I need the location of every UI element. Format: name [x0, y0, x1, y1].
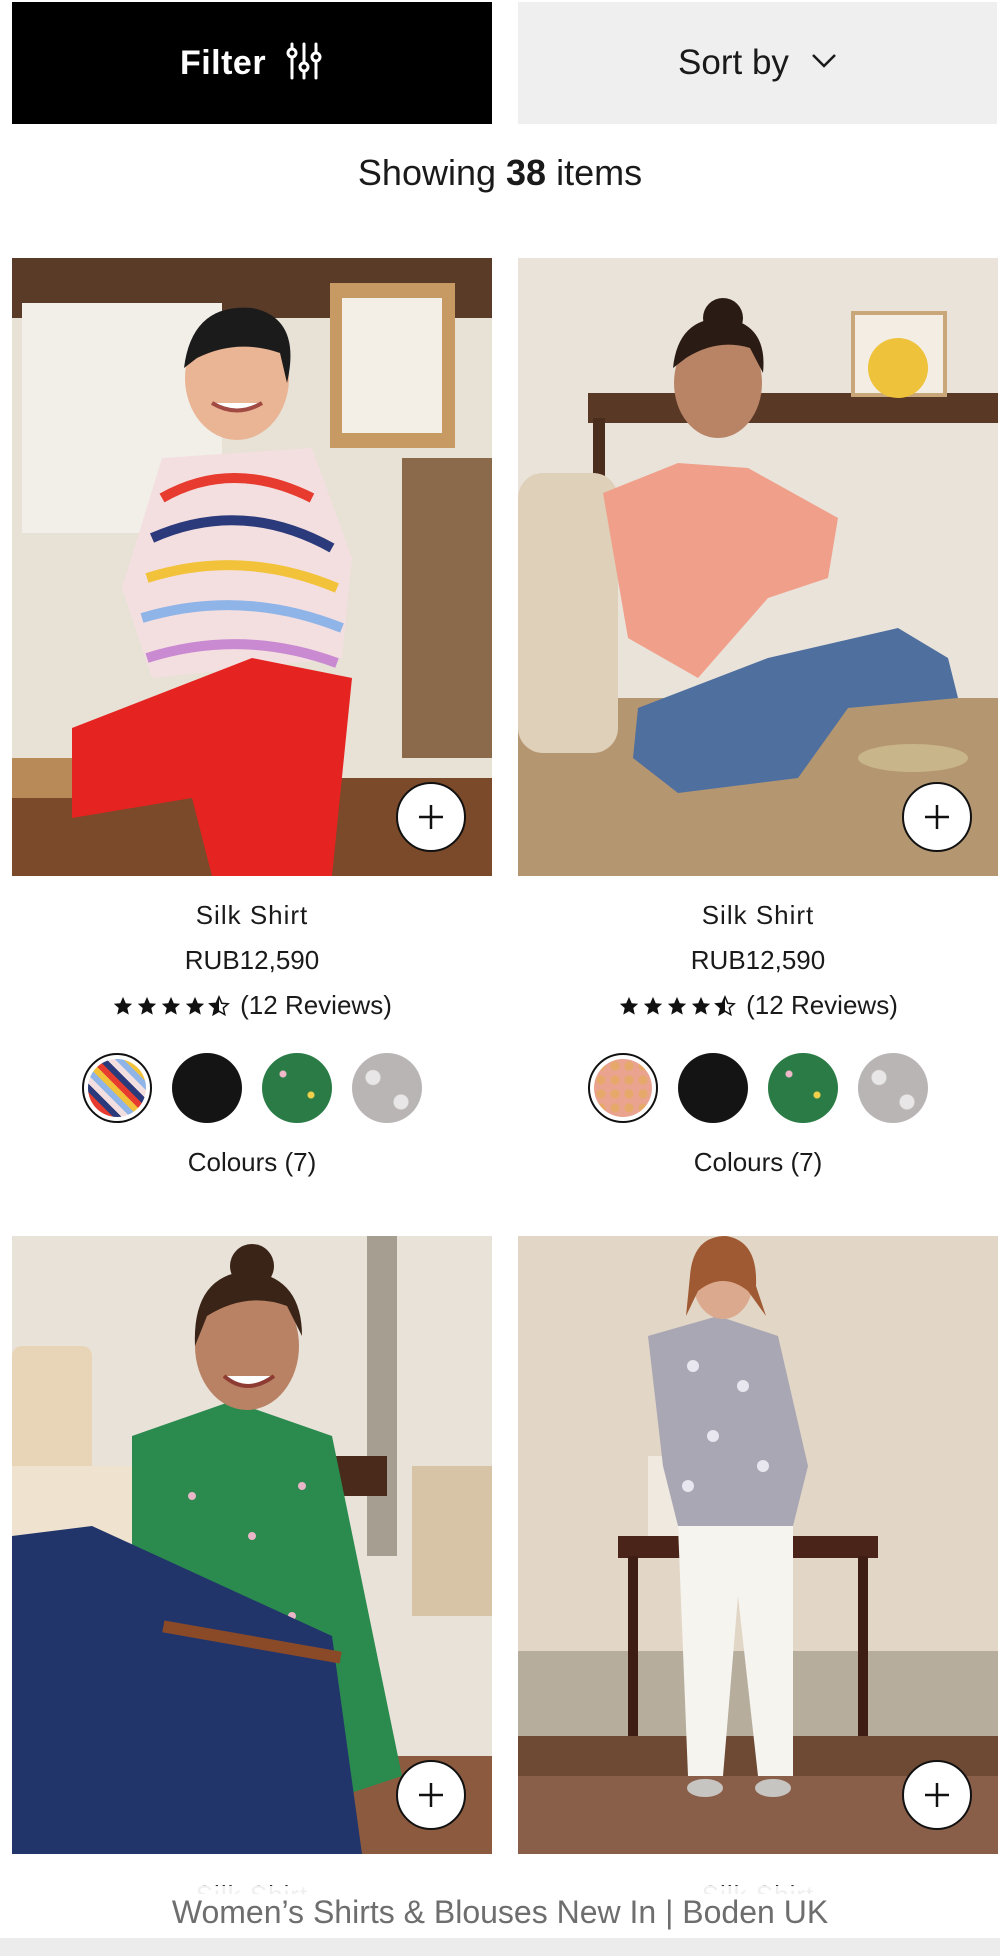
colour-count[interactable]: Colours (7) — [518, 1147, 998, 1178]
chevron-down-icon — [811, 53, 837, 74]
results-suffix: items — [556, 152, 643, 193]
star-icon — [643, 996, 663, 1015]
results-prefix: Showing — [357, 152, 496, 193]
star-icon — [161, 996, 181, 1015]
star-icon — [667, 996, 687, 1015]
star-icon — [185, 996, 205, 1015]
swatch-grey-spot[interactable] — [352, 1053, 422, 1123]
swatch-green-floral[interactable] — [262, 1053, 332, 1123]
page-title: Women’s Shirts & Blouses New In | Boden … — [0, 1886, 1000, 1938]
filter-label: Filter — [179, 43, 267, 82]
plus-icon — [925, 1783, 949, 1807]
toolbar: Filter Sort by — [12, 2, 997, 124]
review-count: (12 Reviews) — [240, 990, 392, 1020]
product-card[interactable] — [12, 1236, 492, 1854]
review-count: (12 Reviews) — [746, 990, 898, 1020]
plus-icon — [419, 1783, 443, 1807]
product-card[interactable]: Silk Shirt RUB12,590 (12 Reviews) Colour… — [518, 258, 998, 1178]
results-count: Showing 38 items — [0, 152, 1000, 194]
half-star-icon — [714, 994, 737, 1016]
swatch-black[interactable] — [678, 1053, 748, 1123]
sort-label: Sort by — [678, 43, 789, 82]
star-icon — [113, 996, 133, 1015]
add-to-bag-button[interactable] — [902, 1760, 972, 1830]
star-icon — [691, 996, 711, 1015]
sliders-icon — [284, 41, 324, 86]
product-price: RUB12,590 — [690, 945, 826, 975]
swatch-pink-geo[interactable] — [588, 1053, 658, 1123]
product-image[interactable] — [518, 258, 998, 876]
results-number: 38 — [506, 152, 547, 193]
half-star-icon — [208, 994, 231, 1016]
colour-count[interactable]: Colours (7) — [12, 1147, 492, 1178]
product-price: RUB12,590 — [184, 945, 320, 975]
product-rating[interactable]: (12 Reviews) — [12, 990, 492, 1021]
plus-icon — [925, 805, 949, 829]
colour-swatches — [12, 1053, 492, 1123]
product-name[interactable]: Silk Shirt — [518, 900, 998, 931]
swatch-black[interactable] — [172, 1053, 242, 1123]
product-image[interactable] — [12, 1236, 492, 1854]
product-name[interactable]: Silk Shirt — [12, 900, 492, 931]
bottom-strip — [0, 1938, 1000, 1956]
colour-swatches — [518, 1053, 998, 1123]
star-rating — [618, 994, 737, 1017]
product-card[interactable]: Silk Shirt RUB12,590 (12 Reviews) Colour… — [12, 258, 492, 1178]
product-image[interactable] — [12, 258, 492, 876]
product-card[interactable] — [518, 1236, 998, 1854]
plus-icon — [419, 805, 443, 829]
add-to-bag-button[interactable] — [902, 782, 972, 852]
star-rating — [112, 994, 231, 1017]
swatch-grey-spot[interactable] — [858, 1053, 928, 1123]
product-image[interactable] — [518, 1236, 998, 1854]
sort-button[interactable]: Sort by — [518, 2, 997, 124]
product-rating[interactable]: (12 Reviews) — [518, 990, 998, 1021]
swatch-green-floral[interactable] — [768, 1053, 838, 1123]
star-icon — [619, 996, 639, 1015]
swatch-rainbow-stripe[interactable] — [82, 1053, 152, 1123]
add-to-bag-button[interactable] — [396, 782, 466, 852]
add-to-bag-button[interactable] — [396, 1760, 466, 1830]
star-icon — [137, 996, 157, 1015]
filter-button[interactable]: Filter — [12, 2, 492, 124]
